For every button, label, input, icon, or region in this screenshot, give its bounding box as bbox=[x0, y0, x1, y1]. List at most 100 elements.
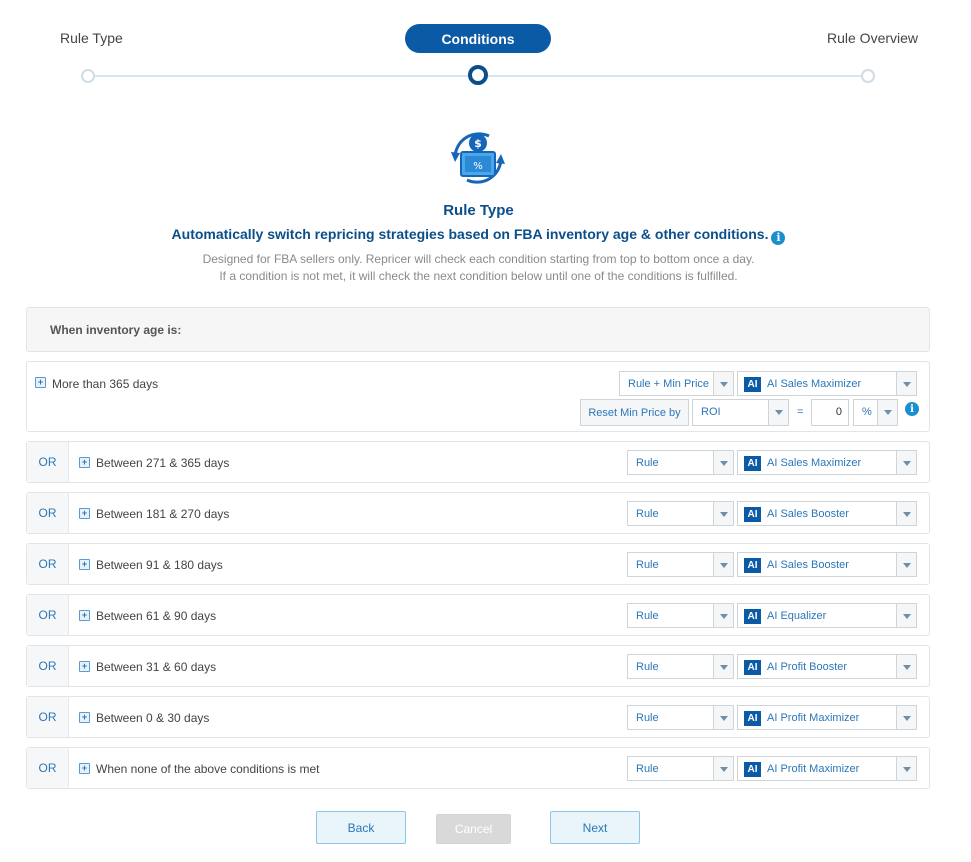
rule-select[interactable]: Rule bbox=[627, 603, 734, 628]
strategy-select[interactable]: AI AI Equalizer bbox=[737, 603, 917, 628]
ai-badge: AI bbox=[744, 762, 761, 777]
reset-min-price-label: Reset Min Price by bbox=[588, 406, 681, 419]
rule-select[interactable]: Rule bbox=[627, 756, 734, 781]
rule-subtitle-text: Automatically switch repricing strategie… bbox=[171, 226, 769, 242]
reset-min-price-button[interactable]: Reset Min Price by bbox=[580, 399, 689, 426]
ai-badge: AI bbox=[744, 558, 761, 573]
reset-basis-select[interactable]: ROI bbox=[692, 399, 789, 426]
expand-icon[interactable]: + bbox=[79, 508, 90, 519]
rule-select-value: Rule bbox=[636, 559, 659, 571]
chevron-down-icon bbox=[896, 553, 916, 576]
step-dot-rule-overview[interactable] bbox=[861, 69, 875, 83]
expand-icon[interactable]: + bbox=[79, 610, 90, 621]
next-button[interactable]: Next bbox=[550, 811, 640, 844]
chevron-down-icon bbox=[896, 706, 916, 729]
expand-icon[interactable]: + bbox=[79, 763, 90, 774]
strategy-select[interactable]: AI AI Sales Booster bbox=[737, 501, 917, 526]
strategy-select[interactable]: AI AI Profit Booster bbox=[737, 654, 917, 679]
back-button[interactable]: Back bbox=[316, 811, 406, 844]
rule-select-value: Rule bbox=[636, 661, 659, 673]
reset-unit-select[interactable]: % bbox=[853, 399, 898, 426]
condition-label: More than 365 days bbox=[52, 377, 159, 391]
info-icon[interactable]: i bbox=[771, 230, 786, 245]
rule-select-value: Rule + Min Price bbox=[628, 378, 710, 390]
step-rule-type[interactable]: Rule Type bbox=[60, 30, 123, 46]
chevron-down-icon bbox=[713, 757, 733, 780]
rule-select[interactable]: Rule bbox=[627, 552, 734, 577]
or-label: OR bbox=[27, 697, 69, 737]
strategy-select[interactable]: AI AI Sales Booster bbox=[737, 552, 917, 577]
rule-select[interactable]: Rule bbox=[627, 654, 734, 679]
rule-type-title: Rule Type bbox=[443, 202, 514, 219]
ai-badge: AI bbox=[744, 456, 761, 471]
step-conditions[interactable]: Conditions bbox=[405, 24, 551, 53]
rule-select[interactable]: Rule + Min Price bbox=[619, 371, 734, 396]
strategy-select[interactable]: AI AI Profit Maximizer bbox=[737, 756, 917, 781]
condition-row: OR + Between 271 & 365 days Rule AI AI Sales … bbox=[26, 441, 930, 483]
chevron-down-icon bbox=[896, 372, 916, 395]
chevron-down-icon bbox=[713, 372, 733, 395]
cancel-button[interactable]: Cancel bbox=[436, 814, 511, 844]
rule-select[interactable]: Rule bbox=[627, 501, 734, 526]
svg-text:$: $ bbox=[474, 137, 482, 150]
condition-label: Between 271 & 365 days bbox=[96, 456, 230, 470]
condition-label: Between 61 & 90 days bbox=[96, 609, 217, 623]
strategy-select[interactable]: AI AI Profit Maximizer bbox=[737, 705, 917, 730]
strategy-select[interactable]: AI AI Sales Maximizer bbox=[737, 371, 917, 396]
strategy-select-value: AI Profit Maximizer bbox=[767, 763, 860, 775]
expand-icon[interactable]: + bbox=[79, 457, 90, 468]
or-label: OR bbox=[27, 493, 69, 533]
condition-row: OR + Between 181 & 270 days Rule AI AI Sales … bbox=[26, 492, 930, 534]
chevron-down-icon bbox=[877, 400, 897, 425]
chevron-down-icon bbox=[896, 604, 916, 627]
equals-sign: = bbox=[797, 406, 804, 418]
strategy-select-value: AI Equalizer bbox=[767, 610, 827, 622]
ai-badge: AI bbox=[744, 660, 761, 675]
rule-select-value: Rule bbox=[636, 610, 659, 622]
strategy-select-value: AI Profit Booster bbox=[767, 661, 848, 673]
expand-icon[interactable]: + bbox=[79, 559, 90, 570]
info-icon[interactable]: i bbox=[905, 402, 919, 416]
reset-value-input[interactable]: 0 bbox=[811, 399, 849, 426]
chevron-down-icon bbox=[713, 502, 733, 525]
or-label: OR bbox=[27, 544, 69, 584]
rule-subtitle: Automatically switch repricing strategie… bbox=[0, 226, 957, 245]
step-dot-conditions[interactable] bbox=[468, 65, 488, 85]
condition-label: Between 91 & 180 days bbox=[96, 558, 223, 572]
step-conditions-label: Conditions bbox=[441, 30, 515, 47]
rule-select-value: Rule bbox=[636, 712, 659, 724]
rule-select-value: Rule bbox=[636, 508, 659, 520]
chevron-down-icon bbox=[896, 655, 916, 678]
expand-icon[interactable]: + bbox=[35, 377, 46, 388]
condition-label: Between 31 & 60 days bbox=[96, 660, 217, 674]
ai-badge: AI bbox=[744, 609, 761, 624]
chevron-down-icon bbox=[713, 604, 733, 627]
step-dot-rule-type[interactable] bbox=[81, 69, 95, 83]
chevron-down-icon bbox=[713, 553, 733, 576]
strategy-select-value: AI Sales Booster bbox=[767, 559, 849, 571]
strategy-select-value: AI Sales Booster bbox=[767, 508, 849, 520]
condition-row: OR + Between 91 & 180 days Rule AI AI Sales B… bbox=[26, 543, 930, 585]
condition-row: OR + Between 61 & 90 days Rule AI AI Equalize… bbox=[26, 594, 930, 636]
chevron-down-icon bbox=[713, 655, 733, 678]
reset-basis-value: ROI bbox=[701, 406, 721, 418]
step-rule-overview[interactable]: Rule Overview bbox=[827, 30, 918, 46]
repricing-cycle-icon: % $ bbox=[451, 132, 505, 184]
ai-badge: AI bbox=[744, 507, 761, 522]
or-label: OR bbox=[27, 646, 69, 686]
rule-select[interactable]: Rule bbox=[627, 705, 734, 730]
chevron-down-icon bbox=[896, 502, 916, 525]
strategy-select[interactable]: AI AI Sales Maximizer bbox=[737, 450, 917, 475]
description-line-2: If a condition is not met, it will check… bbox=[219, 269, 738, 283]
or-label: OR bbox=[27, 748, 69, 788]
expand-icon[interactable]: + bbox=[79, 661, 90, 672]
expand-icon[interactable]: + bbox=[79, 712, 90, 723]
strategy-select-value: AI Sales Maximizer bbox=[767, 457, 862, 469]
condition-row: OR + Between 0 & 30 days Rule AI AI Profit Ma… bbox=[26, 696, 930, 738]
condition-row-first: + More than 365 days Rule + Min Price AI… bbox=[26, 361, 930, 432]
chevron-down-icon bbox=[768, 400, 788, 425]
or-label: OR bbox=[27, 442, 69, 482]
rule-select-value: Rule bbox=[636, 457, 659, 469]
chevron-down-icon bbox=[896, 757, 916, 780]
rule-select[interactable]: Rule bbox=[627, 450, 734, 475]
